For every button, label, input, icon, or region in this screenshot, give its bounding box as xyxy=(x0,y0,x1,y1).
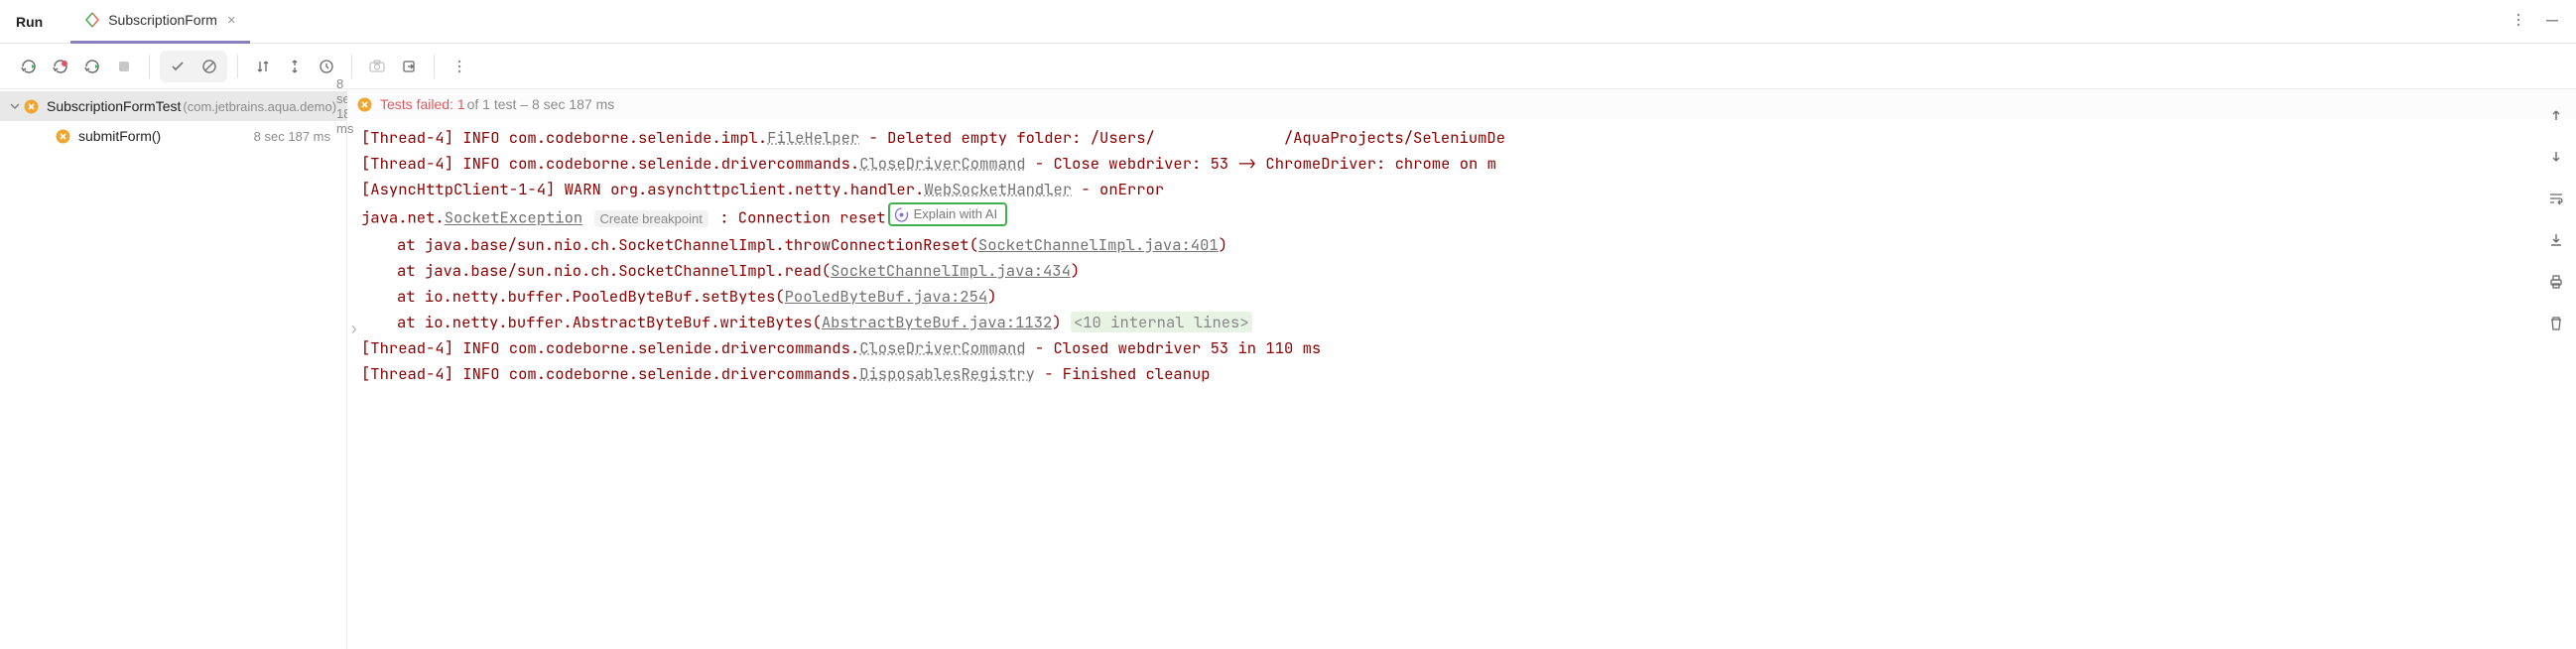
tab-subscriptionform[interactable]: SubscriptionForm × xyxy=(70,0,249,44)
failed-icon xyxy=(357,97,372,112)
scroll-to-end-icon[interactable] xyxy=(2542,226,2570,254)
test-node-root[interactable]: SubscriptionFormTest (com.jetbrains.aqua… xyxy=(0,91,346,121)
expand-all-button[interactable] xyxy=(280,52,310,81)
test-node-label: SubscriptionFormTest xyxy=(47,98,181,114)
trash-icon[interactable] xyxy=(2542,310,2570,337)
test-node-package: (com.jetbrains.aqua.demo) xyxy=(183,99,336,114)
class-link[interactable]: CloseDriverCommand xyxy=(859,337,1025,358)
soft-wrap-icon[interactable] xyxy=(2542,185,2570,212)
right-tool-rail xyxy=(2536,89,2576,337)
scroll-down-icon[interactable] xyxy=(2542,143,2570,171)
stop-button[interactable] xyxy=(109,52,139,81)
show-ignored-button[interactable] xyxy=(193,53,225,80)
status-failed-text: Tests failed: 1 xyxy=(380,91,465,117)
print-icon[interactable] xyxy=(2542,268,2570,296)
failed-icon xyxy=(24,99,39,114)
run-label: Run xyxy=(16,14,43,30)
run-toolbar xyxy=(0,44,2576,89)
create-breakpoint-hint[interactable]: Create breakpoint xyxy=(594,210,708,227)
class-link[interactable]: WebSocketHandler xyxy=(924,179,1072,199)
test-node-child[interactable]: submitForm() 8 sec 187 ms xyxy=(0,121,346,151)
tab-label: SubscriptionForm xyxy=(108,12,217,28)
close-icon[interactable]: × xyxy=(227,12,236,29)
test-config-icon xyxy=(84,12,100,28)
status-rest-text: of 1 test – 8 sec 187 ms xyxy=(467,91,615,117)
test-node-time: 8 sec 187 ms xyxy=(254,129,336,144)
tabs-bar: Run SubscriptionForm × xyxy=(0,0,2576,44)
show-passed-button[interactable] xyxy=(162,53,193,80)
toggle-auto-test-button[interactable] xyxy=(77,52,107,81)
source-link[interactable]: SocketChannelImpl.java:434 xyxy=(831,260,1071,281)
source-link[interactable]: SocketChannelImpl.java:401 xyxy=(978,234,1219,255)
test-tree: SubscriptionFormTest (com.jetbrains.aqua… xyxy=(0,89,347,649)
exception-link[interactable]: SocketException xyxy=(445,207,583,228)
source-link[interactable]: AbstractByteBuf.java:1132 xyxy=(822,312,1053,332)
rerun-failed-button[interactable] xyxy=(46,52,75,81)
screenshot-button[interactable] xyxy=(362,52,392,81)
sort-button[interactable] xyxy=(248,52,278,81)
test-node-label: submitForm() xyxy=(78,128,161,144)
filter-group xyxy=(160,51,227,82)
source-link[interactable]: PooledByteBuf.java:254 xyxy=(785,286,988,307)
class-link[interactable]: CloseDriverCommand xyxy=(859,153,1025,174)
console-output: Tests failed: 1 of 1 test – 8 sec 187 ms… xyxy=(347,89,2576,649)
failed-icon xyxy=(56,129,70,144)
folded-lines-marker[interactable]: <10 internal lines> xyxy=(1071,312,1252,332)
scroll-up-icon[interactable] xyxy=(2542,101,2570,129)
chevron-down-icon[interactable] xyxy=(10,101,20,111)
test-status-bar: Tests failed: 1 of 1 test – 8 sec 187 ms xyxy=(347,89,2576,119)
more-icon[interactable] xyxy=(445,52,474,81)
more-vertical-icon[interactable] xyxy=(2511,12,2526,31)
class-link[interactable]: DisposablesRegistry xyxy=(859,363,1035,384)
rerun-button[interactable] xyxy=(14,52,44,81)
fold-chevron-icon[interactable]: › xyxy=(349,316,358,341)
explain-with-ai-button[interactable]: Explain with AI xyxy=(888,202,1008,226)
export-button[interactable] xyxy=(394,52,424,81)
class-link[interactable]: FileHelper xyxy=(767,127,859,148)
minimize-icon[interactable] xyxy=(2544,12,2560,31)
